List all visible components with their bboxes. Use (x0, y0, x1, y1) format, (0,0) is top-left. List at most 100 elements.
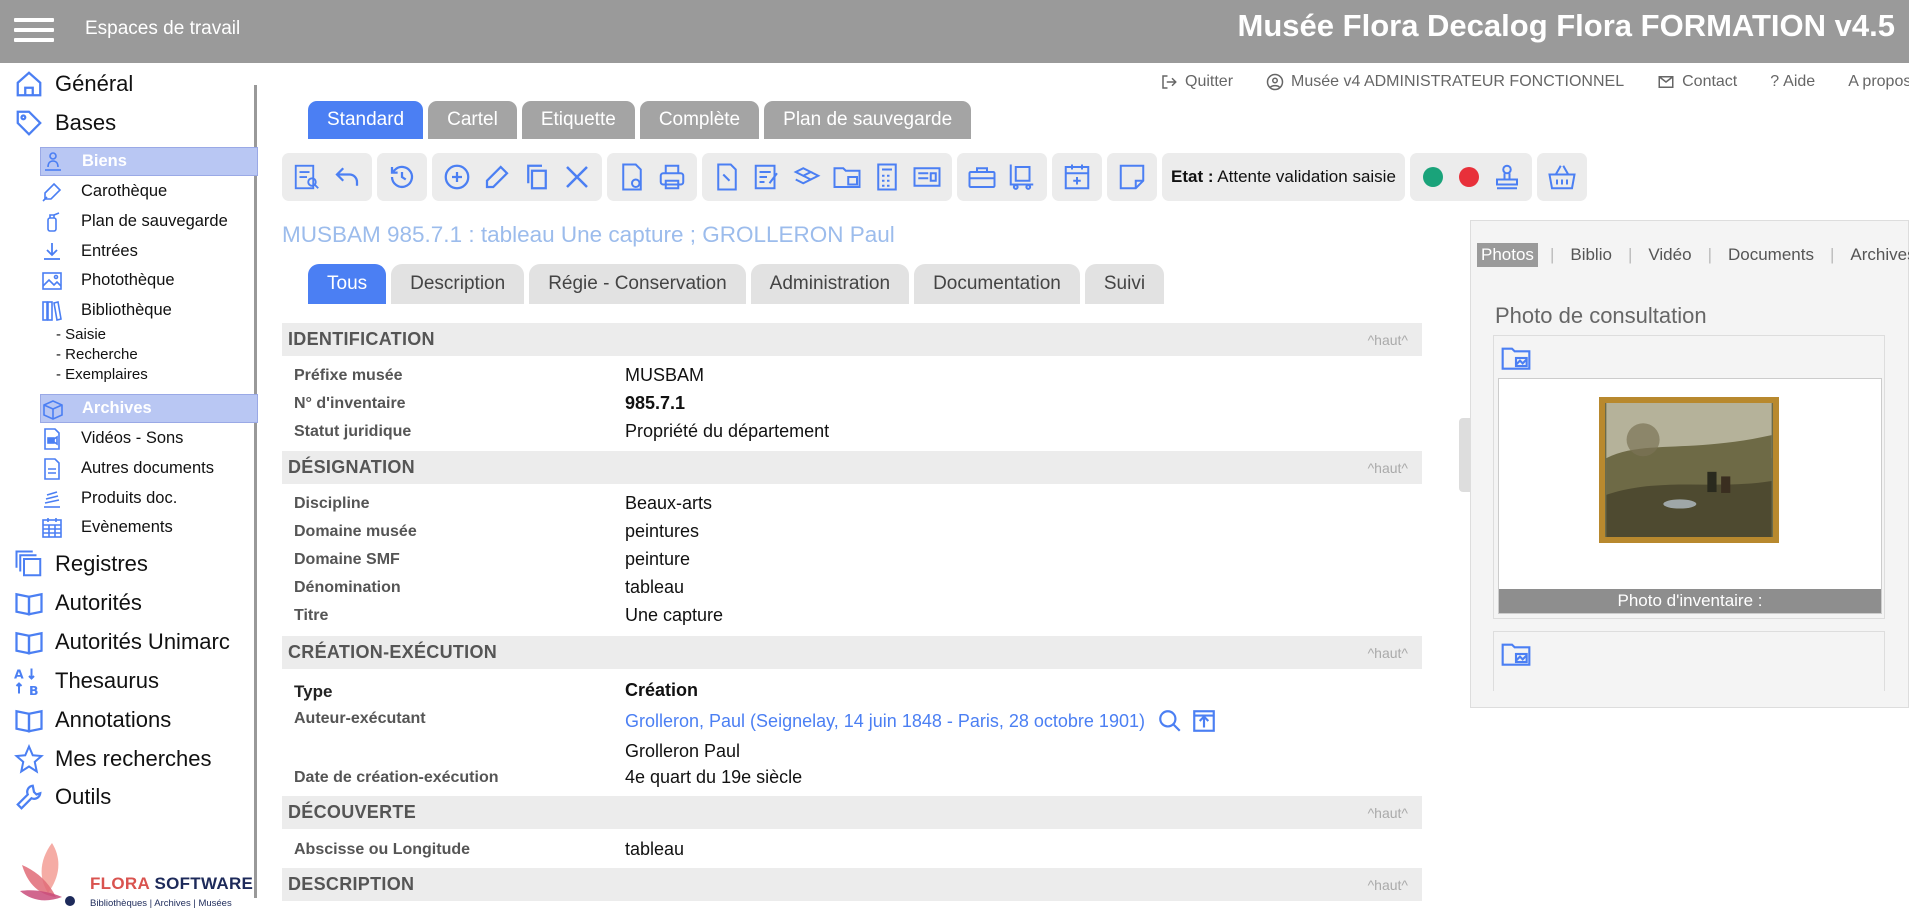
tab-suivi[interactable]: Suivi (1084, 264, 1165, 304)
sidebar-item-carotheque[interactable]: Carothèque (40, 177, 258, 206)
add-event-button[interactable] (1057, 157, 1097, 197)
sidebar-item-thesaurus[interactable]: AB Thesaurus (14, 663, 159, 699)
delete-button[interactable] (557, 157, 597, 197)
tab-plan-sauvegarde[interactable]: Plan de sauvegarde (764, 101, 972, 139)
duplicate-button[interactable] (517, 157, 557, 197)
field-label: Domaine SMF (294, 551, 400, 568)
field-label: Titre (294, 607, 329, 624)
star-icon (14, 744, 44, 774)
image-icon (42, 271, 62, 290)
artwork-thumbnail[interactable] (1599, 397, 1779, 543)
sidebar-item-label: Général (55, 71, 134, 96)
panel-collapse-handle[interactable] (1459, 418, 1470, 492)
tab-cartel[interactable]: Cartel (428, 101, 517, 139)
add-button[interactable] (437, 157, 477, 197)
tab-documents[interactable]: Documents (1724, 243, 1818, 267)
attach-button[interactable] (707, 157, 747, 197)
tab-etiquette[interactable]: Etiquette (521, 101, 635, 139)
tab-regie-conservation[interactable]: Régie - Conservation (529, 264, 746, 304)
tab-video[interactable]: Vidéo (1644, 243, 1695, 267)
help-link[interactable]: ? Aide (1770, 73, 1815, 91)
stamp-button[interactable] (1487, 157, 1527, 197)
tab-tous[interactable]: Tous (308, 264, 387, 304)
back-to-top-link[interactable]: ^haut^ (1368, 877, 1408, 893)
transport-button[interactable] (1002, 157, 1042, 197)
sidebar-item-autres-documents[interactable]: Autres documents (40, 454, 258, 483)
sidebar-subitem-recherche[interactable]: - Recherche (56, 346, 138, 363)
about-link[interactable]: A propos (1848, 73, 1909, 91)
boxes-button[interactable] (787, 157, 827, 197)
sidebar-item-outils[interactable]: Outils (14, 779, 111, 815)
search-icon[interactable] (1157, 708, 1183, 734)
sidebar-item-biens[interactable]: Biens (40, 147, 258, 176)
back-to-top-link[interactable]: ^haut^ (1368, 460, 1408, 476)
tab-administration[interactable]: Administration (750, 264, 910, 304)
tab-description[interactable]: Description (391, 264, 525, 304)
section-title: DESCRIPTION (288, 874, 415, 894)
sidebar-item-plan-sauvegarde[interactable]: Plan de sauvegarde (40, 207, 258, 236)
basket-button[interactable] (1542, 157, 1582, 197)
user-link[interactable]: Musée v4 ADMINISTRATEUR FONCTIONNEL (1266, 73, 1624, 91)
contact-link[interactable]: Contact (1657, 73, 1737, 91)
sidebar-item-mes-recherches[interactable]: Mes recherches (14, 741, 212, 777)
sidebar-item-autorites[interactable]: Autorités (14, 585, 142, 621)
notes-button[interactable] (747, 157, 787, 197)
search-list-button[interactable] (287, 157, 327, 197)
note-button[interactable] (1112, 157, 1152, 197)
toolbox-button[interactable] (962, 157, 1002, 197)
sidebar-item-autorites-unimarc[interactable]: Autorités Unimarc (14, 624, 230, 660)
sidebar-item-bibliotheque[interactable]: Bibliothèque (40, 296, 258, 325)
layers-icon (44, 490, 60, 508)
tab-biblio[interactable]: Biblio (1566, 243, 1616, 267)
field-label: Auteur-exécutant (294, 710, 426, 727)
sidebar-item-label: Annotations (55, 707, 172, 732)
sidebar-item-entrees[interactable]: Entrées (40, 237, 258, 266)
registers-icon (15, 550, 42, 577)
edit-button[interactable] (477, 157, 517, 197)
sidebar-item-evenements[interactable]: Evènements (40, 513, 258, 542)
folder-image-button[interactable] (827, 157, 867, 197)
back-to-top-link[interactable]: ^haut^ (1368, 645, 1408, 661)
sidebar-item-videos-sons[interactable]: Vidéos - Sons (40, 424, 258, 453)
section-title: DÉSIGNATION (288, 457, 415, 477)
media-tabs: Photos | Biblio | Vidéo | Documents | Ar… (1477, 243, 1909, 267)
tab-documentation[interactable]: Documentation (914, 264, 1080, 304)
sidebar-subitem-exemplaires[interactable]: - Exemplaires (56, 366, 148, 383)
workspaces-link[interactable]: Espaces de travail (85, 18, 240, 40)
tab-archives[interactable]: Archives (1846, 243, 1909, 267)
quit-link[interactable]: Quitter (1160, 73, 1233, 91)
menu-icon[interactable] (14, 12, 54, 48)
tab-photos[interactable]: Photos (1477, 243, 1538, 267)
sidebar-item-bases[interactable]: Bases (14, 105, 116, 141)
field-label: Dénomination (294, 579, 401, 596)
calculator-icon (877, 163, 897, 191)
card-button[interactable] (907, 157, 947, 197)
folder-image-icon[interactable] (1500, 638, 1532, 670)
pdf-button[interactable] (612, 157, 652, 197)
back-to-top-link[interactable]: ^haut^ (1368, 332, 1408, 348)
sidebar-subitem-saisie[interactable]: - Saisie (56, 326, 106, 343)
calculator-button[interactable] (867, 157, 907, 197)
history-button[interactable] (382, 157, 422, 197)
tab-complete[interactable]: Complète (639, 101, 760, 139)
record-title: MUSBAM 985.7.1 : tableau Une capture ; G… (282, 222, 895, 247)
sidebar-item-general[interactable]: Général (14, 66, 133, 102)
open-external-icon[interactable] (1191, 708, 1217, 734)
photo-card: Photo d'inventaire : (1493, 335, 1885, 619)
sidebar-item-phototheque[interactable]: Photothèque (40, 266, 258, 295)
tab-standard[interactable]: Standard (308, 101, 424, 139)
sidebar-item-produits-doc[interactable]: Produits doc. (40, 484, 258, 513)
back-button[interactable] (327, 157, 367, 197)
sidebar-item-archives[interactable]: Archives (40, 394, 258, 423)
download-icon (44, 242, 60, 260)
sidebar-item-registres[interactable]: Registres (14, 546, 148, 582)
validate-status-button[interactable] (1422, 167, 1443, 187)
back-to-top-link[interactable]: ^haut^ (1368, 805, 1408, 821)
folder-image-icon[interactable] (1500, 342, 1532, 374)
print-button[interactable] (652, 157, 692, 197)
section-header-description: DESCRIPTION ^haut^ (282, 868, 1422, 901)
sidebar-item-annotations[interactable]: Annotations (14, 702, 171, 738)
author-link[interactable]: Grolleron, Paul (Seignelay, 14 juin 1848… (625, 711, 1145, 732)
field-value: peinture (625, 549, 691, 569)
reject-status-button[interactable] (1458, 167, 1479, 187)
